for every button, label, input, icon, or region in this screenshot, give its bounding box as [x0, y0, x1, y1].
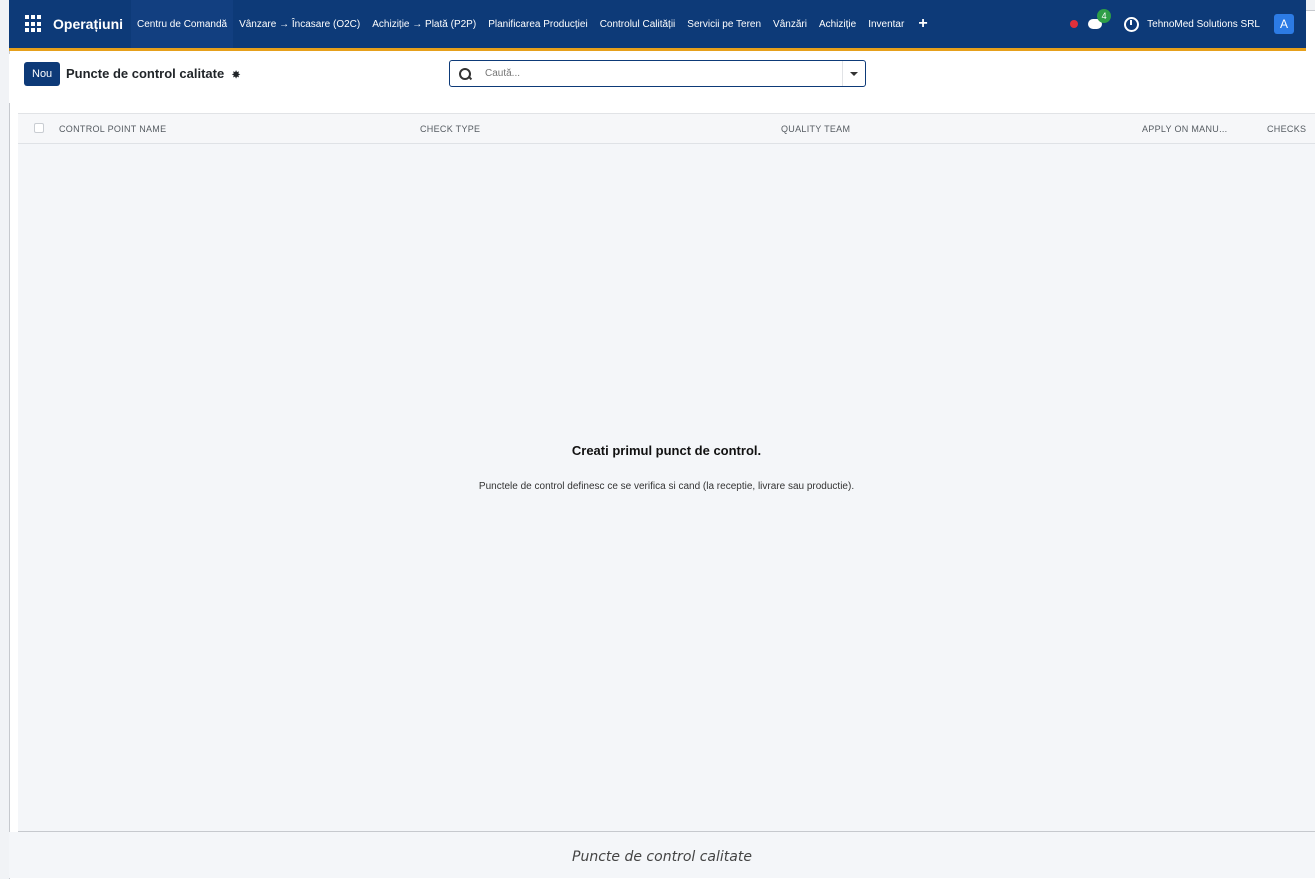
select-all-checkbox[interactable] [34, 123, 44, 133]
screenshot-caption: Puncte de control calitate [572, 849, 752, 865]
main-menu: Centru de Comandă Vânzare → Încasare (O2… [131, 0, 936, 48]
app-brand[interactable]: Operațiuni [53, 16, 123, 32]
plus-icon[interactable]: + [910, 15, 935, 33]
column-checks[interactable]: CHECKS [1267, 124, 1306, 134]
menu-item-o2c[interactable]: Vânzare → Încasare (O2C) [233, 0, 366, 48]
apps-grid-icon[interactable] [25, 15, 43, 33]
menu-item-command-center[interactable]: Centru de Comandă [131, 0, 234, 48]
column-check-type[interactable]: CHECK TYPE [420, 124, 480, 134]
page-title-text: Puncte de control calitate [66, 66, 225, 81]
page-title: Puncte de control calitate ✸ [66, 66, 240, 81]
empty-state-text: Punctele de control definesc ce se verif… [478, 481, 855, 492]
table-header: CONTROL POINT NAME CHECK TYPE QUALITY TE… [18, 113, 1315, 144]
caret-down-icon [850, 71, 858, 76]
menu-item-production-planning[interactable]: Planificarea Producției [482, 0, 594, 48]
company-switcher[interactable]: TehnoMed Solutions SRL [1147, 19, 1260, 30]
user-avatar[interactable]: A [1274, 14, 1294, 34]
empty-state-title: Creati primul punct de control. [571, 443, 762, 458]
search-input[interactable] [483, 67, 847, 80]
search-options-toggle[interactable] [842, 61, 865, 86]
column-control-point-name[interactable]: CONTROL POINT NAME [59, 124, 166, 134]
column-apply-on-manufacturing[interactable]: APPLY ON MANU... [1142, 124, 1228, 134]
list-body: Creati primul punct de control. Punctele… [18, 144, 1315, 832]
new-button[interactable]: Nou [24, 62, 61, 86]
menu-item-p2p[interactable]: Achiziție → Plată (P2P) [366, 0, 482, 48]
menu-item-inventory[interactable]: Inventar [862, 0, 910, 48]
menu-item-field-services[interactable]: Servicii pe Teren [681, 0, 767, 48]
column-quality-team[interactable]: QUALITY TEAM [781, 124, 850, 134]
menu-item-sales[interactable]: Vânzări [767, 0, 813, 48]
menu-item-purchase[interactable]: Achiziție [813, 0, 862, 48]
chat-icon[interactable]: 4 [1088, 9, 1112, 31]
chat-badge: 4 [1097, 9, 1112, 23]
menu-item-quality-control[interactable]: Controlul Calității [594, 0, 682, 48]
gear-icon[interactable]: ✸ [232, 70, 240, 81]
search-box [449, 60, 866, 87]
status-dot-icon[interactable] [1070, 20, 1079, 28]
control-panel: Nou Puncte de control calitate ✸ [9, 54, 1306, 103]
clock-icon[interactable] [1124, 16, 1140, 32]
top-navbar: Operațiuni Centru de Comandă Vânzare → Î… [9, 0, 1306, 51]
search-icon [459, 67, 471, 80]
